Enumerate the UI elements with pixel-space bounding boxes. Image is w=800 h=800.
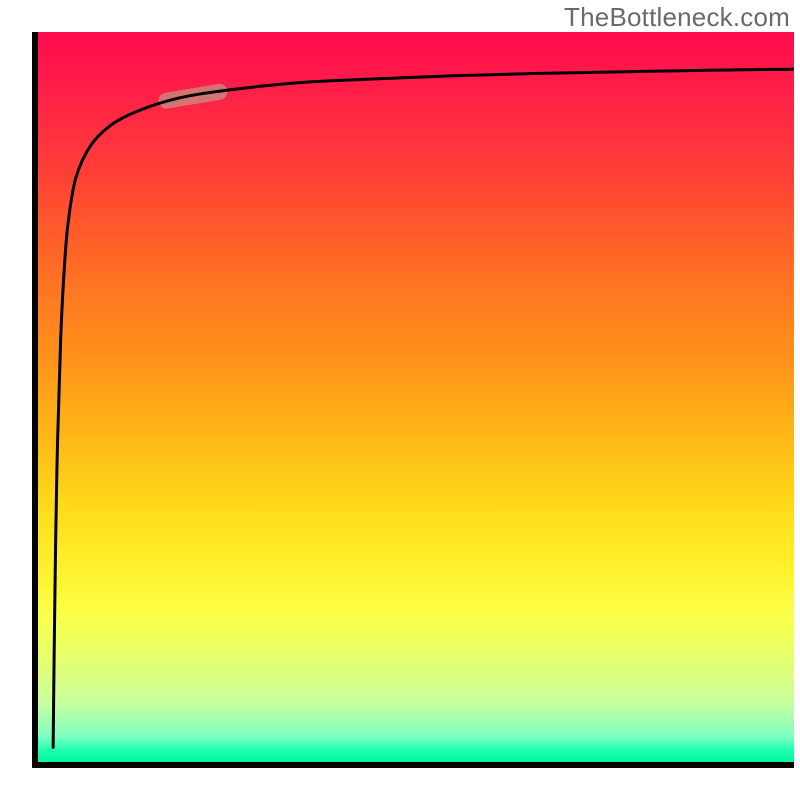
curve-layer xyxy=(38,32,794,762)
bottleneck-curve xyxy=(53,69,794,747)
chart-container: TheBottleneck.com xyxy=(0,0,800,800)
axis-x xyxy=(32,762,794,768)
watermark-text: TheBottleneck.com xyxy=(564,2,790,33)
